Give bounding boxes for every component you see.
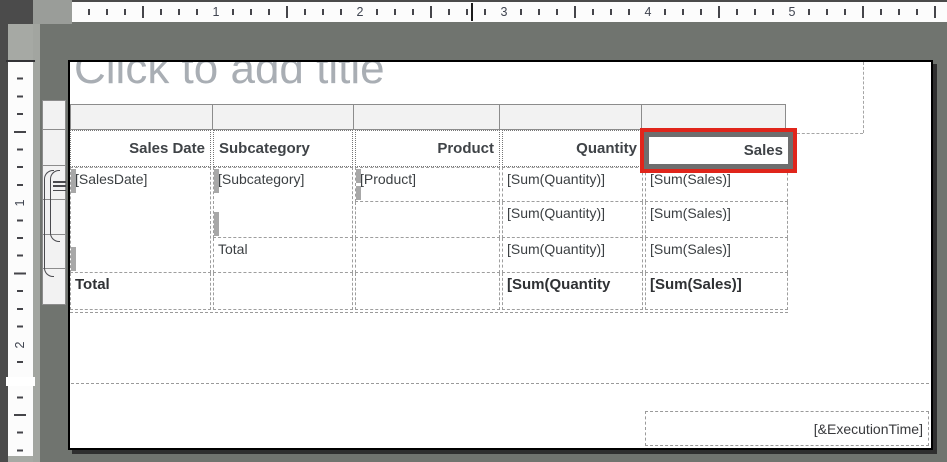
body-footer-boundary-marker bbox=[6, 377, 35, 386]
vruler-label-2: 2 bbox=[13, 336, 27, 354]
details-group-icon[interactable] bbox=[53, 180, 66, 192]
header-cell-subcategory[interactable]: Subcategory bbox=[213, 130, 353, 167]
tablix-column-handles bbox=[70, 104, 786, 130]
cell-product-detail[interactable]: [Product] bbox=[355, 167, 500, 202]
hruler-label-1: 1 bbox=[210, 4, 223, 20]
hruler-label-3: 3 bbox=[498, 4, 511, 20]
selected-cell-highlight: Sales bbox=[640, 128, 797, 173]
cell-subcategory-group[interactable]: [Subcategory] bbox=[213, 167, 353, 238]
vruler-label-1: 1 bbox=[13, 194, 27, 212]
cell-quantity-grand-total[interactable]: [Sum(Quantity bbox=[502, 273, 643, 310]
column-handle-subcategory[interactable] bbox=[212, 104, 354, 130]
left-edge-strip bbox=[0, 24, 8, 462]
row-handle-header[interactable] bbox=[42, 129, 66, 166]
cell-quantity-detail[interactable]: [Sum(Quantity)] bbox=[502, 167, 643, 202]
hruler-label-5: 5 bbox=[786, 4, 799, 20]
cell-subcategory-grand-empty[interactable] bbox=[213, 273, 353, 310]
column-handle-sales[interactable] bbox=[641, 104, 786, 130]
header-cell-sales-date[interactable]: Sales Date bbox=[70, 130, 211, 167]
cell-product-grand-empty[interactable] bbox=[355, 273, 500, 310]
title-textbox-bottom-guide bbox=[797, 133, 863, 134]
cell-sales-row2[interactable]: [Sum(Sales)] bbox=[645, 202, 788, 238]
cell-subcategory-group-text: [Subcategory] bbox=[218, 171, 304, 187]
cell-quantity-row2[interactable]: [Sum(Quantity)] bbox=[502, 202, 643, 238]
vertical-ruler-half-ticks bbox=[14, 62, 26, 456]
report-page[interactable]: Click to add title Sales Date Subcategor… bbox=[68, 60, 933, 450]
ruler-gutter bbox=[33, 24, 40, 462]
header-cell-quantity[interactable]: Quantity bbox=[502, 130, 643, 167]
vertical-ruler: 1 2 bbox=[8, 62, 33, 456]
merge-grip-icon bbox=[356, 186, 361, 200]
hruler-label-2: 2 bbox=[354, 4, 367, 20]
report-title-placeholder[interactable]: Click to add title bbox=[74, 60, 385, 94]
merge-grip-icon bbox=[356, 169, 361, 183]
column-handle-sales-date[interactable] bbox=[70, 104, 213, 130]
column-handle-product[interactable] bbox=[353, 104, 500, 130]
execution-time-textbox[interactable]: [&ExecutionTime] bbox=[645, 411, 929, 446]
page-top-marker bbox=[6, 60, 35, 62]
column-handle-quantity[interactable] bbox=[499, 104, 642, 130]
merge-grip-icon bbox=[71, 247, 76, 271]
cell-sales-date-group[interactable]: [SalesDate] bbox=[70, 167, 211, 273]
title-textbox-right-guide bbox=[863, 62, 864, 133]
header-cell-product[interactable]: Product bbox=[355, 130, 500, 167]
cell-subcategory-total-label[interactable]: Total bbox=[213, 238, 353, 273]
merge-grip-icon bbox=[71, 169, 76, 193]
cell-sales-date-group-text: [SalesDate] bbox=[75, 171, 147, 187]
hruler-label-4: 4 bbox=[642, 4, 655, 20]
cell-product-detail-text: [Product] bbox=[360, 171, 416, 187]
header-cell-sales[interactable]: Sales bbox=[649, 137, 788, 164]
cell-product-subtotal-empty[interactable] bbox=[355, 238, 500, 273]
cell-product-row2-empty[interactable] bbox=[355, 202, 500, 238]
body-footer-divider bbox=[71, 383, 929, 384]
merge-grip-icon bbox=[214, 212, 219, 236]
report-title-clip: Click to add title bbox=[68, 60, 628, 104]
ruler-corner-block bbox=[0, 0, 33, 24]
ruler-cursor-indicator bbox=[471, 3, 473, 21]
cell-grand-total-label[interactable]: Total bbox=[70, 273, 211, 310]
ruler-corner-gutter bbox=[33, 0, 72, 24]
horizontal-ruler: 1 2 3 4 5 bbox=[72, 2, 947, 22]
cell-sales-grand-total[interactable]: [Sum(Sales)] bbox=[645, 273, 788, 310]
cell-quantity-subtotal[interactable]: [Sum(Quantity)] bbox=[502, 238, 643, 273]
cell-sales-subtotal[interactable]: [Sum(Sales)] bbox=[645, 238, 788, 273]
row-handle-corner[interactable] bbox=[42, 100, 66, 130]
merge-grip-icon bbox=[214, 169, 219, 193]
